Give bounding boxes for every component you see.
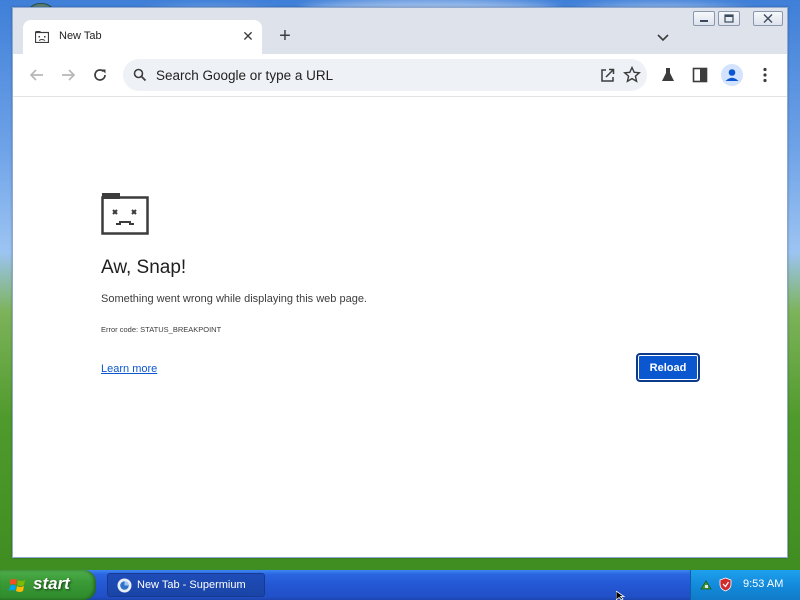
search-icon [133,68,147,82]
sad-tab-icon [101,193,149,235]
browser-toolbar [13,54,787,97]
back-icon[interactable] [27,65,47,85]
star-icon[interactable] [622,65,642,85]
tab-title: New Tab [59,30,102,42]
sad-tab-favicon-icon [35,31,49,43]
profile-icon [725,69,739,81]
close-icon [763,14,773,23]
tab-search-chevron-down-icon[interactable] [653,27,673,47]
taskbar-item-browser[interactable]: New Tab - Supermium [107,573,265,597]
profile-avatar[interactable] [721,64,743,86]
page-title: Aw, Snap! [101,257,187,278]
system-tray: 9:53 AM [690,570,800,600]
forward-icon[interactable] [58,65,78,85]
labs-flask-icon[interactable] [658,65,678,85]
windows-logo-icon [9,579,25,592]
tab-strip: New Tab ✕ + [13,8,787,54]
share-icon[interactable] [598,65,618,85]
side-panel-icon[interactable] [690,65,710,85]
menu-kebab-icon[interactable] [755,65,775,85]
learn-more-link[interactable]: Learn more [101,363,157,375]
new-tab-button[interactable]: + [272,25,298,49]
reload-icon[interactable] [90,65,110,85]
page-content: Aw, Snap! Something went wrong while dis… [13,97,787,557]
network-icon[interactable] [699,577,714,592]
minimize-button[interactable] [693,11,715,26]
restore-button[interactable] [718,11,740,26]
browser-window: New Tab ✕ + Search Google or type a URL … [12,7,788,558]
start-label: start [33,574,70,593]
error-message: Something went wrong while displaying th… [101,293,367,305]
tab-new-tab[interactable]: New Tab ✕ [23,20,262,54]
close-window-button[interactable] [753,11,783,26]
address-input[interactable] [156,65,576,85]
error-code: Error code: STATUS_BREAKPOINT [101,325,222,334]
taskbar: start New Tab - Supermium 9:53 AM [0,570,800,600]
start-button[interactable]: start [0,570,96,600]
taskbar-item-label: New Tab - Supermium [137,579,246,591]
reload-button[interactable]: Reload [636,353,700,382]
security-shield-icon[interactable] [718,577,733,592]
supermium-app-icon [117,578,132,593]
tab-close-icon[interactable]: ✕ [240,28,256,44]
address-bar[interactable] [123,59,647,91]
clock: 9:53 AM [743,578,784,590]
restore-icon [724,14,734,23]
minimize-icon [700,20,708,22]
mouse-cursor-icon [616,591,626,600]
